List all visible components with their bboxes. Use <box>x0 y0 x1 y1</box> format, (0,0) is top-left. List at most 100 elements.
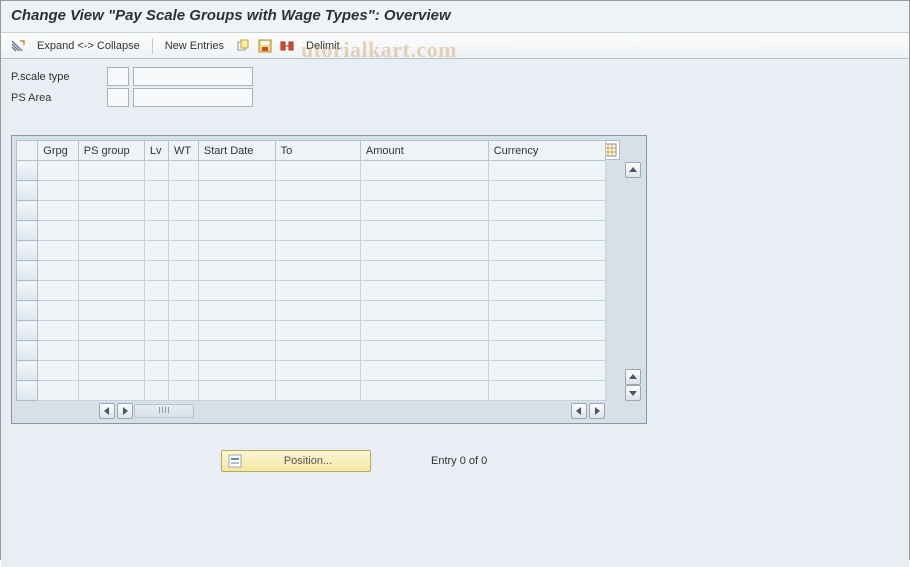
grid-cell[interactable] <box>198 161 275 181</box>
ps-area-input[interactable] <box>133 88 253 107</box>
grid-cell[interactable] <box>275 241 360 261</box>
grid-cell[interactable] <box>168 361 198 381</box>
table-row[interactable] <box>17 161 606 181</box>
grid-cell[interactable] <box>144 341 168 361</box>
grid-cell[interactable] <box>198 241 275 261</box>
grid-cell[interactable] <box>144 161 168 181</box>
row-selector[interactable] <box>17 161 38 181</box>
grid-cell[interactable] <box>488 181 605 201</box>
grid-cell[interactable] <box>198 321 275 341</box>
table-row[interactable] <box>17 201 606 221</box>
grid-cell[interactable] <box>488 161 605 181</box>
table-row[interactable] <box>17 221 606 241</box>
grid-cell[interactable] <box>38 161 78 181</box>
grid-cell[interactable] <box>78 281 144 301</box>
horizontal-scrollbar[interactable] <box>16 401 606 419</box>
grid-cell[interactable] <box>275 261 360 281</box>
grid-cell[interactable] <box>144 381 168 401</box>
grid-cell[interactable] <box>38 181 78 201</box>
grid-cell[interactable] <box>168 221 198 241</box>
grid-cell[interactable] <box>275 161 360 181</box>
grid-cell[interactable] <box>38 321 78 341</box>
grid-table[interactable]: Grpg PS group Lv WT Start Date To Amount… <box>16 140 606 401</box>
grid-cell[interactable] <box>360 321 488 341</box>
col-header-startdate[interactable]: Start Date <box>198 141 275 161</box>
grid-cell[interactable] <box>488 241 605 261</box>
grid-cell[interactable] <box>360 201 488 221</box>
grid-cell[interactable] <box>78 261 144 281</box>
grid-cell[interactable] <box>38 281 78 301</box>
grid-cell[interactable] <box>275 201 360 221</box>
grid-cell[interactable] <box>168 381 198 401</box>
grid-cell[interactable] <box>38 381 78 401</box>
grid-cell[interactable] <box>360 341 488 361</box>
table-row[interactable] <box>17 281 606 301</box>
grid-cell[interactable] <box>198 301 275 321</box>
grid-cell[interactable] <box>360 261 488 281</box>
row-selector[interactable] <box>17 221 38 241</box>
grid-cell[interactable] <box>275 381 360 401</box>
scroll-left-icon[interactable] <box>99 403 115 419</box>
boundaries-icon[interactable] <box>278 37 296 55</box>
grid-cell[interactable] <box>198 281 275 301</box>
grid-cell[interactable] <box>198 261 275 281</box>
grid-cell[interactable] <box>38 341 78 361</box>
grid-cell[interactable] <box>360 161 488 181</box>
row-selector[interactable] <box>17 181 38 201</box>
grid-cell[interactable] <box>78 301 144 321</box>
col-header-lv[interactable]: Lv <box>144 141 168 161</box>
grid-cell[interactable] <box>168 261 198 281</box>
col-header-amount[interactable]: Amount <box>360 141 488 161</box>
row-selector[interactable] <box>17 361 38 381</box>
scroll-right-end-icon[interactable] <box>589 403 605 419</box>
grid-cell[interactable] <box>198 381 275 401</box>
save-icon[interactable] <box>256 37 274 55</box>
grid-cell[interactable] <box>488 221 605 241</box>
grid-cell[interactable] <box>488 361 605 381</box>
grid-cell[interactable] <box>198 181 275 201</box>
row-selector[interactable] <box>17 201 38 221</box>
table-row[interactable] <box>17 321 606 341</box>
table-row[interactable] <box>17 181 606 201</box>
grid-cell[interactable] <box>38 241 78 261</box>
scroll-down-icon[interactable] <box>625 385 641 401</box>
position-button[interactable]: Position... <box>221 450 371 472</box>
grid-cell[interactable] <box>78 221 144 241</box>
row-selector[interactable] <box>17 381 38 401</box>
grid-cell[interactable] <box>488 281 605 301</box>
toggle-details-icon[interactable] <box>9 37 27 55</box>
hscroll-track[interactable] <box>134 404 194 418</box>
scroll-right-icon[interactable] <box>117 403 133 419</box>
vertical-scrollbar[interactable] <box>624 162 642 401</box>
new-entries-button[interactable]: New Entries <box>159 40 230 52</box>
grid-cell[interactable] <box>168 181 198 201</box>
grid-cell[interactable] <box>144 301 168 321</box>
grid-cell[interactable] <box>78 161 144 181</box>
grid-cell[interactable] <box>488 321 605 341</box>
grid-cell[interactable] <box>78 381 144 401</box>
grid-cell[interactable] <box>144 281 168 301</box>
grid-cell[interactable] <box>38 361 78 381</box>
grid-cell[interactable] <box>38 221 78 241</box>
grid-cell[interactable] <box>144 321 168 341</box>
grid-cell[interactable] <box>78 181 144 201</box>
grid-cell[interactable] <box>488 341 605 361</box>
table-row[interactable] <box>17 301 606 321</box>
row-selector[interactable] <box>17 341 38 361</box>
grid-cell[interactable] <box>144 361 168 381</box>
grid-cell[interactable] <box>78 201 144 221</box>
row-selector[interactable] <box>17 281 38 301</box>
grid-cell[interactable] <box>360 381 488 401</box>
row-selector[interactable] <box>17 321 38 341</box>
grid-cell[interactable] <box>198 201 275 221</box>
ps-area-code[interactable] <box>107 88 129 107</box>
grid-cell[interactable] <box>38 261 78 281</box>
grid-cell[interactable] <box>360 361 488 381</box>
grid-cell[interactable] <box>78 361 144 381</box>
grid-cell[interactable] <box>275 181 360 201</box>
grid-cell[interactable] <box>360 281 488 301</box>
grid-cell[interactable] <box>198 341 275 361</box>
scroll-left-end-icon[interactable] <box>571 403 587 419</box>
col-header-select[interactable] <box>17 141 38 161</box>
grid-cell[interactable] <box>168 201 198 221</box>
